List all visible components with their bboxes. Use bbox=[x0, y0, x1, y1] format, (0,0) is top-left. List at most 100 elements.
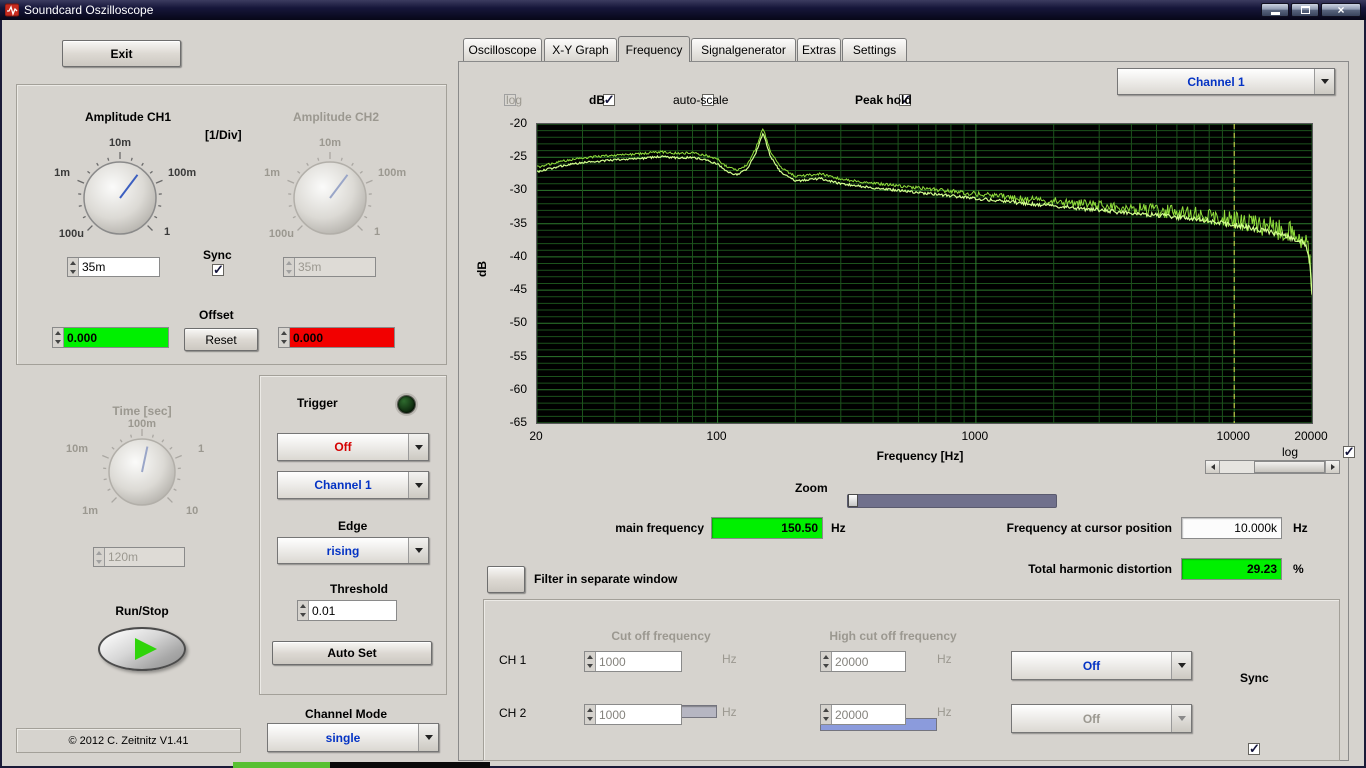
scroll-right-button[interactable] bbox=[1325, 461, 1339, 473]
tab-settings[interactable]: Settings bbox=[842, 38, 907, 61]
chevron-down-icon[interactable] bbox=[408, 538, 428, 563]
threshold-spinner bbox=[297, 600, 397, 621]
y-tick-label: -20 bbox=[509, 116, 527, 130]
spinner-arrows-icon[interactable] bbox=[279, 328, 290, 347]
ch2-cutoff-unit: Hz bbox=[722, 705, 737, 719]
x-tick-label: 10000 bbox=[1216, 429, 1250, 443]
offset-label: Offset bbox=[199, 308, 234, 322]
offset-ch1-field[interactable] bbox=[64, 328, 168, 347]
x-axis-ticks: 20 100 1000 10000 20000 bbox=[529, 429, 1327, 443]
filter-sync-checkbox[interactable] bbox=[1248, 741, 1260, 757]
knob-scale-label: 100m bbox=[378, 167, 407, 179]
time-knob bbox=[87, 417, 197, 527]
auto-set-button[interactable]: Auto Set bbox=[272, 641, 432, 665]
chevron-down-icon bbox=[1171, 705, 1191, 732]
filter-sync-label: Sync bbox=[1240, 671, 1269, 685]
window-title: Soundcard Oszilloscope bbox=[24, 3, 154, 17]
scroll-left-button[interactable] bbox=[1206, 461, 1220, 473]
scrollbar-thumb[interactable] bbox=[1253, 461, 1325, 473]
sync-checkbox[interactable] bbox=[212, 262, 224, 278]
y-tick-label: -35 bbox=[509, 215, 527, 230]
offset-reset-button[interactable]: Reset bbox=[184, 328, 258, 351]
time-value-field bbox=[105, 548, 184, 566]
maximize-button[interactable] bbox=[1291, 3, 1319, 17]
tab-extras[interactable]: Extras bbox=[797, 38, 841, 61]
spinner-arrows-icon[interactable] bbox=[821, 652, 832, 671]
amplitude-ch1-value-field[interactable] bbox=[79, 258, 159, 276]
plot-log-checkbox[interactable] bbox=[1342, 444, 1355, 460]
close-button[interactable]: × bbox=[1321, 3, 1361, 17]
trigger-mode-value: Off bbox=[334, 440, 352, 454]
tab-xy-graph[interactable]: X-Y Graph bbox=[544, 38, 617, 61]
ch1-cutoff-field[interactable] bbox=[596, 652, 681, 671]
threshold-field[interactable] bbox=[309, 601, 396, 620]
knob-scale-label: 1 bbox=[164, 226, 171, 238]
minimize-button[interactable] bbox=[1261, 3, 1289, 17]
spectrum-trace-graphic bbox=[536, 123, 1313, 424]
y-tick-label: -50 bbox=[509, 315, 527, 330]
cursor-frequency-value: 10.000k bbox=[1181, 517, 1282, 539]
knob-scale-label: 1 bbox=[374, 226, 381, 238]
tab-oscilloscope[interactable]: Oscilloscope bbox=[463, 38, 542, 61]
ch2-filter-mode-value: Off bbox=[1082, 711, 1101, 726]
plot-log-checkbox-label: log bbox=[1282, 445, 1299, 459]
trigger-source-dropdown[interactable]: Channel 1 bbox=[277, 471, 429, 499]
scrollbar-track[interactable] bbox=[1220, 461, 1325, 473]
thd-value: 29.23 bbox=[1181, 558, 1282, 580]
main-frequency-value: 150.50 bbox=[711, 517, 823, 539]
zoom-slider[interactable] bbox=[847, 494, 1057, 508]
autoscale-checkbox-label: auto-scale bbox=[673, 93, 729, 107]
tab-signalgenerator[interactable]: Signalgenerator bbox=[691, 38, 796, 61]
spinner-arrows-icon[interactable] bbox=[298, 601, 309, 620]
y-tick-label: -65 bbox=[509, 415, 527, 429]
y-tick-label: -45 bbox=[509, 282, 527, 297]
spinner-arrows-icon bbox=[821, 705, 832, 724]
ch1-filter-mode-dropdown[interactable]: Off bbox=[1011, 651, 1192, 680]
spinner-arrows-icon[interactable] bbox=[53, 328, 64, 347]
ch1-highcut-field[interactable] bbox=[832, 652, 905, 671]
y-axis-title: dB bbox=[475, 261, 489, 277]
run-stop-label: Run/Stop bbox=[115, 604, 169, 618]
ch2-cutoff-field bbox=[596, 705, 681, 724]
trigger-edge-value: rising bbox=[326, 543, 360, 558]
exit-button[interactable]: Exit bbox=[62, 40, 181, 67]
knob-scale-label: 1m bbox=[264, 167, 280, 179]
chevron-down-icon[interactable] bbox=[408, 472, 428, 498]
chevron-down-icon[interactable] bbox=[418, 724, 438, 751]
trigger-source-value: Channel 1 bbox=[314, 478, 372, 492]
ch1-cutoff-unit: Hz bbox=[722, 652, 737, 666]
knob-scale-label: 1 bbox=[198, 443, 205, 455]
ch2-label: CH 2 bbox=[499, 706, 527, 720]
zoom-slider-handle[interactable] bbox=[848, 494, 858, 507]
filter-groupbox bbox=[483, 599, 1340, 761]
chevron-down-icon[interactable] bbox=[1171, 652, 1191, 679]
application-window: Soundcard Oszilloscope × Exit Amplitude … bbox=[0, 0, 1366, 768]
ch1-cutoff-spinner bbox=[584, 651, 682, 672]
cutoff-frequency-label: Cut off frequency bbox=[611, 629, 711, 643]
knob-scale-label: 100u bbox=[268, 228, 294, 240]
knob-scale-label: 10m bbox=[318, 137, 342, 149]
offset-ch2-field[interactable] bbox=[290, 328, 394, 347]
trigger-edge-dropdown[interactable]: rising bbox=[277, 537, 429, 564]
amplitude-ch1-value-spinner bbox=[67, 257, 160, 277]
knob-scale-label: 100u bbox=[58, 228, 84, 240]
y-tick-label: -55 bbox=[509, 348, 527, 363]
trigger-mode-dropdown[interactable]: Off bbox=[277, 433, 429, 461]
filter-window-button[interactable] bbox=[487, 566, 525, 593]
run-stop-button[interactable] bbox=[98, 627, 186, 671]
amplitude-ch2-value-field bbox=[295, 258, 375, 276]
channel-mode-label: Channel Mode bbox=[305, 707, 388, 721]
tab-frequency[interactable]: Frequency bbox=[618, 36, 690, 62]
chevron-down-icon[interactable] bbox=[1314, 69, 1334, 94]
x-axis-title: Frequency [Hz] bbox=[876, 449, 964, 463]
spinner-arrows-icon[interactable] bbox=[585, 652, 596, 671]
title-bar: Soundcard Oszilloscope × bbox=[0, 0, 1366, 20]
knob-scale-label: 10m bbox=[108, 137, 132, 149]
chevron-down-icon[interactable] bbox=[408, 434, 428, 460]
channel-mode-dropdown[interactable]: single bbox=[267, 723, 439, 752]
time-value-spinner bbox=[93, 547, 185, 567]
spectrum-plot[interactable] bbox=[536, 123, 1313, 424]
spinner-arrows-icon[interactable] bbox=[68, 258, 79, 276]
knob-scale-label: 10 bbox=[186, 505, 199, 517]
channel-select-dropdown[interactable]: Channel 1 bbox=[1117, 68, 1335, 95]
